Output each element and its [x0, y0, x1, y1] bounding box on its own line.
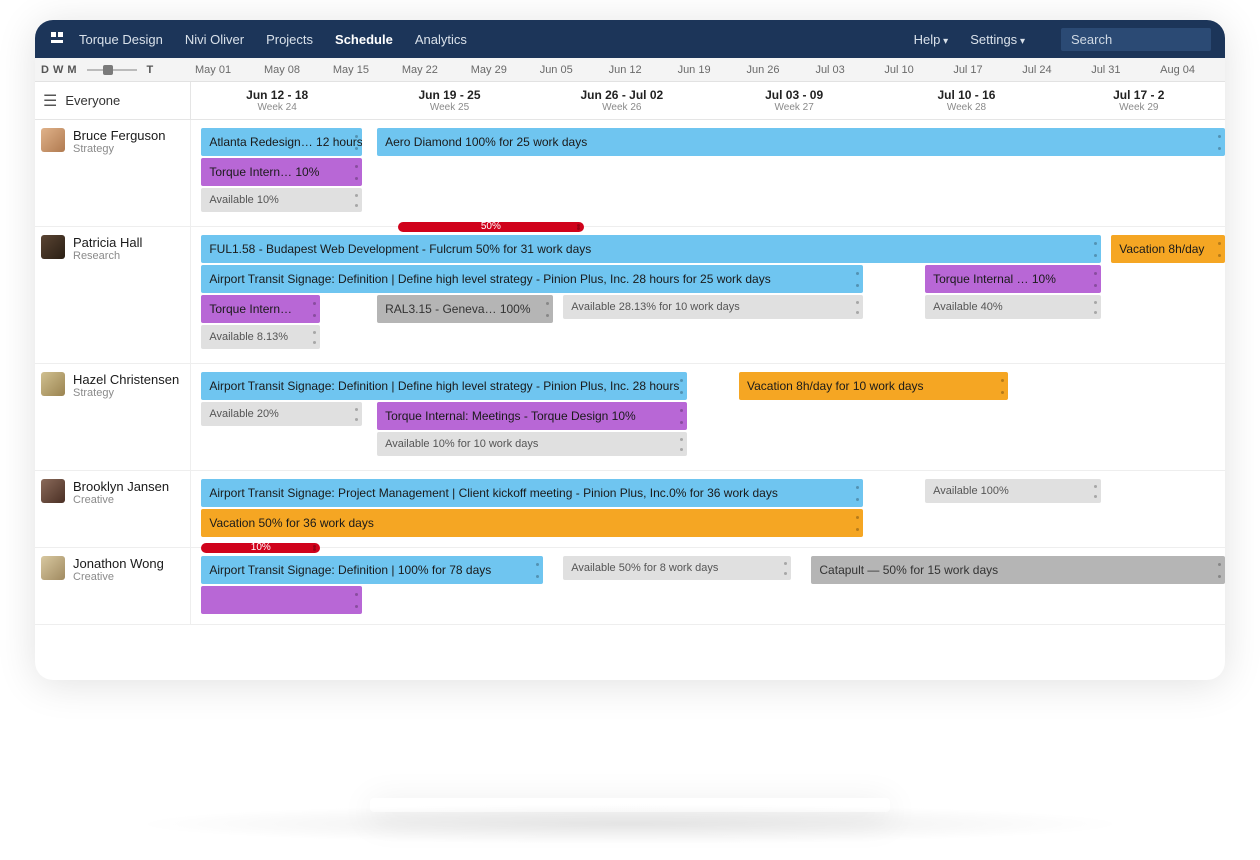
week-cell[interactable]: Jul 17 - 2Week 29 — [1053, 82, 1225, 119]
ruler-tick: May 22 — [398, 64, 467, 76]
person-role: Research — [73, 250, 142, 262]
gantt-bar[interactable]: Torque Internal: Meetings - Torque Desig… — [377, 402, 687, 430]
avatar — [41, 479, 65, 503]
person-row: Patricia HallResearch50%FUL1.58 - Budape… — [35, 227, 1225, 364]
ruler-tick: Aug 04 — [1156, 64, 1225, 76]
person-name: Bruce Ferguson — [73, 128, 166, 143]
zoom-d[interactable]: D — [41, 64, 49, 76]
ruler-tick: Jul 10 — [880, 64, 949, 76]
bars-cell: Atlanta Redesign… 12 hours Aero Diamond 1… — [191, 120, 1225, 226]
gantt-bar[interactable]: RAL3.15 - Geneva… 100% — [377, 295, 553, 323]
week-cell[interactable]: Jun 12 - 18Week 24 — [191, 82, 363, 119]
app-logo-icon — [49, 31, 65, 47]
week-cell[interactable]: Jun 26 - Jul 02Week 26 — [536, 82, 708, 119]
gantt-bar[interactable]: Torque Intern… 10% — [201, 158, 361, 186]
bars-cell: 10%Airport Transit Signage: Definition |… — [191, 548, 1225, 624]
ruler-tick: Jul 24 — [1018, 64, 1087, 76]
gantt-bar[interactable]: Available 50% for 8 work days — [563, 556, 790, 580]
person-cell[interactable]: Brooklyn JansenCreative — [35, 471, 191, 547]
gantt-bar[interactable]: 10% — [201, 543, 320, 553]
week-cell[interactable]: Jul 10 - 16Week 28 — [880, 82, 1052, 119]
bars-cell: Airport Transit Signage: Project Managem… — [191, 471, 1225, 547]
gantt-bar[interactable]: Torque Internal … 10% — [925, 265, 1101, 293]
person-cell[interactable]: Bruce FergusonStrategy — [35, 120, 191, 226]
person-row: Jonathon WongCreative10%Airport Transit … — [35, 548, 1225, 625]
search-box[interactable] — [1061, 28, 1211, 51]
avatar — [41, 372, 65, 396]
ruler-tick: Jun 26 — [743, 64, 812, 76]
week-cell[interactable]: Jun 19 - 25Week 25 — [363, 82, 535, 119]
week-cell[interactable]: Jul 03 - 09Week 27 — [708, 82, 880, 119]
zoom-slider[interactable] — [87, 69, 137, 71]
gantt-bar[interactable]: Airport Transit Signage: Definition | De… — [201, 265, 863, 293]
person-cell[interactable]: Patricia HallResearch — [35, 227, 191, 363]
avatar — [41, 235, 65, 259]
nav-projects[interactable]: Projects — [266, 32, 313, 47]
gantt-bar[interactable]: Available 20% — [201, 402, 361, 426]
gantt-bar[interactable]: Airport Transit Signage: Definition | 10… — [201, 556, 542, 584]
zoom-t[interactable]: T — [147, 64, 154, 76]
gantt-bar[interactable]: 50% — [398, 222, 584, 232]
gantt-bar[interactable]: Available 8.13% — [201, 325, 320, 349]
person-row: Hazel ChristensenStrategy Airport Transit… — [35, 364, 1225, 471]
gantt-bar[interactable]: FUL1.58 - Budapest Web Development - Ful… — [201, 235, 1101, 263]
person-role: Strategy — [73, 387, 179, 399]
ruler-tick: Jul 03 — [811, 64, 880, 76]
ruler-tick: Jun 12 — [605, 64, 674, 76]
gantt-bar[interactable]: Available 10% for 10 work days — [377, 432, 687, 456]
nav-help[interactable]: Help — [914, 32, 949, 47]
avatar — [41, 128, 65, 152]
avatar — [41, 556, 65, 580]
ruler-tick: Jul 31 — [1087, 64, 1156, 76]
person-cell[interactable]: Hazel ChristensenStrategy — [35, 364, 191, 470]
gantt-bar[interactable]: Torque Intern… — [201, 295, 320, 323]
search-input[interactable] — [1071, 32, 1201, 47]
person-role: Creative — [73, 571, 164, 583]
gantt-bar[interactable] — [201, 586, 361, 614]
navbar: Torque Design Nivi Oliver Projects Sched… — [35, 20, 1225, 58]
person-name: Jonathon Wong — [73, 556, 164, 571]
ruler-tick: May 08 — [260, 64, 329, 76]
bars-cell: 50%FUL1.58 - Budapest Web Development - … — [191, 227, 1225, 363]
gantt-bar[interactable]: Catapult — 50% for 15 work days — [811, 556, 1225, 584]
ruler-tick: Jun 05 — [536, 64, 605, 76]
zoom-w[interactable]: W — [53, 64, 63, 76]
ruler-tick: May 01 — [191, 64, 260, 76]
menu-icon[interactable]: ☰ — [43, 91, 57, 111]
gantt-bar[interactable]: Airport Transit Signage: Project Managem… — [201, 479, 863, 507]
gantt-bar[interactable]: Available 28.13% for 10 work days — [563, 295, 863, 319]
nav-settings[interactable]: Settings — [970, 32, 1025, 47]
person-role: Strategy — [73, 143, 166, 155]
gantt-bar[interactable]: Vacation 8h/day for 10 work days — [739, 372, 1008, 400]
gantt-bar[interactable]: Vacation 50% for 36 work days — [201, 509, 863, 537]
person-name: Hazel Christensen — [73, 372, 179, 387]
week-header: ☰ Everyone Jun 12 - 18Week 24Jun 19 - 25… — [35, 82, 1225, 120]
person-row: Brooklyn JansenCreative Airport Transit S… — [35, 471, 1225, 548]
person-name: Brooklyn Jansen — [73, 479, 169, 494]
gantt-bar[interactable]: Airport Transit Signage: Definition | De… — [201, 372, 687, 400]
gantt-bar[interactable]: Vacation 8h/day — [1111, 235, 1225, 263]
ruler-tick: May 15 — [329, 64, 398, 76]
filter-label[interactable]: Everyone — [65, 93, 120, 108]
person-role: Creative — [73, 494, 169, 506]
ruler-tick: Jul 17 — [949, 64, 1018, 76]
nav-user[interactable]: Nivi Oliver — [185, 32, 244, 47]
bars-cell: Airport Transit Signage: Definition | De… — [191, 364, 1225, 470]
brand[interactable]: Torque Design — [79, 32, 163, 47]
person-cell[interactable]: Jonathon WongCreative — [35, 548, 191, 624]
gantt-bar[interactable]: Available 10% — [201, 188, 361, 212]
gantt-bar[interactable]: Atlanta Redesign… 12 hours — [201, 128, 361, 156]
date-ruler: D W M T May 01May 08May 15May 22May 29Ju… — [35, 58, 1225, 82]
gantt-bar[interactable]: Aero Diamond 100% for 25 work days — [377, 128, 1225, 156]
nav-analytics[interactable]: Analytics — [415, 32, 467, 47]
nav-schedule[interactable]: Schedule — [335, 32, 393, 47]
person-name: Patricia Hall — [73, 235, 142, 250]
ruler-tick: May 29 — [467, 64, 536, 76]
zoom-m[interactable]: M — [67, 64, 76, 76]
ruler-tick: Jun 19 — [674, 64, 743, 76]
gantt-bar[interactable]: Available 100% — [925, 479, 1101, 503]
gantt-bar[interactable]: Available 40% — [925, 295, 1101, 319]
person-row: Bruce FergusonStrategyAtlanta Redesign… … — [35, 120, 1225, 227]
